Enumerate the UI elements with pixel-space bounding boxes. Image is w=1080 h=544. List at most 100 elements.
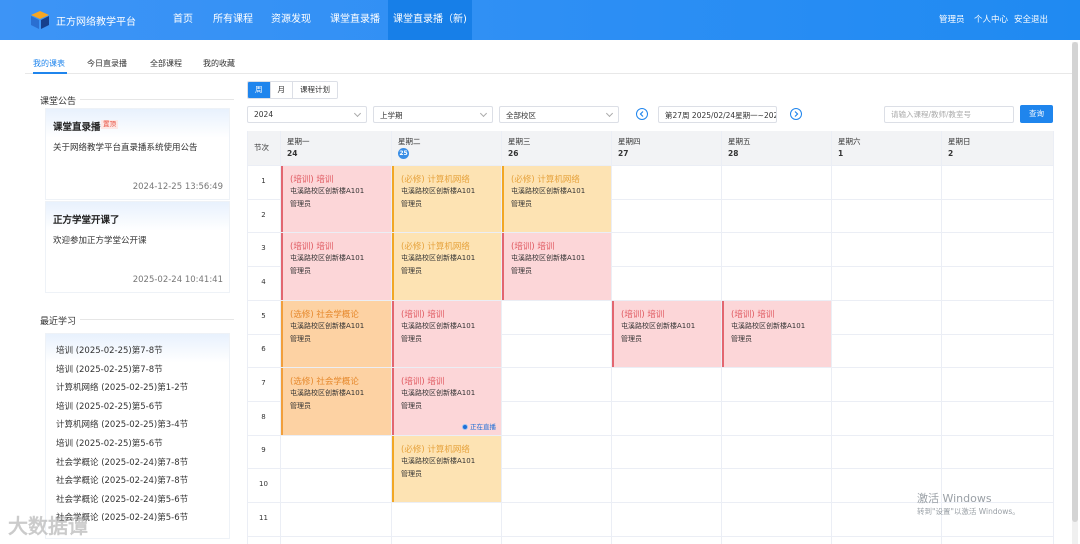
course-teacher: 管理员 bbox=[621, 334, 642, 343]
page-scrollbar[interactable] bbox=[1072, 42, 1078, 544]
chevron-right-icon bbox=[794, 111, 799, 117]
personal-center-link[interactable]: 个人中心 bbox=[974, 0, 1008, 40]
scrollbar-thumb[interactable] bbox=[1072, 42, 1078, 522]
day-header-date: 24 bbox=[287, 149, 298, 158]
notice-time: 2024-12-25 13:56:49 bbox=[132, 182, 223, 192]
watermark-logo: 大数据谭 bbox=[8, 514, 88, 538]
search-button[interactable]: 查询 bbox=[1020, 105, 1053, 123]
next-week-button[interactable] bbox=[790, 108, 802, 120]
recent-item[interactable]: 社会学概论 (2025-02-24)第7-8节 bbox=[56, 474, 188, 486]
course-block[interactable]: (选修) 社会学概论 屯溪路校区创新楼A101 管理员 bbox=[281, 300, 391, 368]
course-teacher: 管理员 bbox=[401, 402, 422, 411]
tab-my-schedule[interactable]: 我的课表 bbox=[33, 58, 65, 69]
grid-row-line bbox=[247, 434, 1053, 436]
top-nav-bar: 正方网络教学平台 首页 所有课程 资源发现 课堂直录播 课堂直录播（新) 管理员… bbox=[0, 0, 1080, 40]
year-select[interactable]: 2024 bbox=[247, 106, 367, 123]
course-title: (培训) 培训 bbox=[511, 242, 555, 253]
period-number: 3 bbox=[261, 244, 266, 253]
recent-section-rule bbox=[80, 319, 234, 320]
year-select-value: 2024 bbox=[254, 110, 274, 119]
course-block[interactable]: (培训) 培训 屯溪路校区创新楼A101 管理员 bbox=[281, 233, 391, 300]
day-header-label: 星期六 bbox=[838, 137, 861, 146]
prev-week-button[interactable] bbox=[636, 108, 648, 120]
recent-study-list: 培训 (2025-02-25)第7-8节 培训 (2025-02-25)第7-8… bbox=[45, 333, 230, 539]
term-select[interactable]: 上学期 bbox=[373, 106, 493, 123]
recent-item[interactable]: 计算机网络 (2025-02-25)第3-4节 bbox=[56, 418, 188, 430]
week-picker[interactable]: 第27周 2025/02/24星期一~2025/03/02星期日 bbox=[658, 106, 777, 123]
course-location: 屯溪路校区创新楼A101 bbox=[401, 187, 476, 195]
course-teacher: 管理员 bbox=[511, 200, 532, 208]
course-title: (必修) 计算机网络 bbox=[401, 242, 470, 253]
recent-item[interactable]: 社会学概论 (2025-02-24)第5-6节 bbox=[56, 493, 188, 505]
day-header-date: 27 bbox=[618, 149, 629, 158]
recent-item[interactable]: 培训 (2025-02-25)第7-8节 bbox=[56, 344, 163, 356]
period-number: 9 bbox=[261, 446, 266, 455]
course-title: (必修) 计算机网络 bbox=[511, 175, 580, 185]
notice-section-title: 课堂公告 bbox=[40, 97, 77, 107]
nav-resource-discovery[interactable]: 资源发现 bbox=[265, 0, 317, 40]
course-block[interactable]: (培训) 培训 屯溪路校区创新楼A101 管理员 bbox=[612, 300, 721, 368]
course-block[interactable]: (必修) 计算机网络 屯溪路校区创新楼A101 管理员 bbox=[392, 166, 501, 233]
tab-my-favorites[interactable]: 我的收藏 bbox=[203, 58, 235, 69]
view-week-button[interactable]: 周 bbox=[248, 82, 270, 98]
app-title: 正方网络教学平台 bbox=[56, 17, 136, 28]
view-month-button[interactable]: 月 bbox=[269, 82, 292, 98]
period-number: 6 bbox=[261, 345, 266, 354]
course-block[interactable]: (必修) 计算机网络 屯溪路校区创新楼A101 管理员 bbox=[502, 166, 611, 233]
grid-header-row bbox=[247, 131, 1053, 165]
campus-select[interactable]: 全部校区 bbox=[499, 106, 619, 123]
course-title: (必修) 计算机网络 bbox=[401, 444, 470, 455]
recent-item[interactable]: 培训 (2025-02-25)第5-6节 bbox=[56, 437, 163, 449]
nav-all-courses[interactable]: 所有课程 bbox=[207, 0, 259, 40]
notice-card[interactable]: 正方学堂开课了 欢迎参加正方学堂公开课 2025-02-24 10:41:41 bbox=[45, 201, 230, 293]
recent-item[interactable]: 培训 (2025-02-25)第7-8节 bbox=[56, 363, 163, 375]
tab-today-live[interactable]: 今日直录播 bbox=[87, 58, 127, 69]
tab-all-courses[interactable]: 全部课程 bbox=[150, 58, 182, 69]
course-teacher: 管理员 bbox=[401, 334, 422, 343]
course-location: 屯溪路校区创新楼A101 bbox=[401, 321, 476, 330]
grid-column-line bbox=[1053, 131, 1054, 544]
view-course-plan-button[interactable]: 课程计划 bbox=[292, 82, 337, 98]
course-teacher: 管理员 bbox=[290, 334, 311, 343]
nav-home[interactable]: 首页 bbox=[165, 0, 201, 40]
period-number: 5 bbox=[261, 311, 266, 320]
course-block[interactable]: (培训) 培训 屯溪路校区创新楼A101 管理员 bbox=[392, 300, 501, 368]
course-block[interactable]: (培训) 培训 屯溪路校区创新楼A101 管理员 bbox=[722, 300, 831, 368]
course-location: 屯溪路校区创新楼A101 bbox=[511, 187, 586, 195]
period-header: 节次 bbox=[254, 143, 269, 152]
day-header-label: 星期一 bbox=[287, 137, 310, 146]
nav-class-live-new[interactable]: 课堂直录播（新) bbox=[388, 0, 472, 40]
course-block[interactable]: (培训) 培训 屯溪路校区创新楼A101 管理员 bbox=[281, 166, 391, 233]
course-location: 屯溪路校区创新楼A101 bbox=[401, 389, 476, 398]
course-block[interactable]: (必修) 计算机网络 屯溪路校区创新楼A101 管理员 bbox=[392, 435, 501, 502]
today-date-badge: 25 bbox=[398, 148, 409, 159]
week-picker-value: 第27周 2025/02/24星期一~2025/03/02星期日 bbox=[665, 111, 776, 120]
course-block[interactable]: (培训) 培训 屯溪路校区创新楼A101 管理员 bbox=[502, 233, 611, 300]
course-location: 屯溪路校区创新楼A101 bbox=[290, 187, 365, 195]
day-header-date: 26 bbox=[508, 149, 519, 158]
live-status-tag[interactable]: 正在直播 bbox=[462, 421, 496, 431]
logout-link[interactable]: 安全退出 bbox=[1014, 0, 1048, 40]
course-block[interactable]: (选修) 社会学概论 屯溪路校区创新楼A101 管理员 bbox=[281, 368, 391, 435]
search-input[interactable] bbox=[884, 106, 1014, 123]
course-teacher: 管理员 bbox=[401, 469, 422, 478]
course-block[interactable]: (培训) 培训 屯溪路校区创新楼A101 管理员 正在直播 bbox=[392, 368, 501, 435]
recent-item[interactable]: 培训 (2025-02-25)第5-6节 bbox=[56, 400, 163, 412]
user-name[interactable]: 管理员 bbox=[939, 0, 965, 40]
notice-body: 欢迎参加正方学堂公开课 bbox=[53, 236, 147, 246]
course-location: 屯溪路校区创新楼A101 bbox=[731, 321, 806, 330]
chevron-down-icon bbox=[605, 109, 614, 118]
notice-card[interactable]: 课堂直录播 置顶 关于网络教学平台直录播系统使用公告 2024-12-25 13… bbox=[45, 108, 230, 200]
course-title: (选修) 社会学概论 bbox=[290, 377, 359, 388]
day-header-label: 星期四 bbox=[618, 137, 641, 146]
course-block[interactable]: (必修) 计算机网络 屯溪路校区创新楼A101 管理员 bbox=[392, 233, 501, 300]
term-select-value: 上学期 bbox=[380, 111, 403, 120]
day-header-date: 1 bbox=[838, 149, 844, 158]
nav-class-live[interactable]: 课堂直录播 bbox=[324, 0, 386, 40]
pinned-badge: 置顶 bbox=[101, 120, 118, 129]
live-icon bbox=[462, 423, 468, 430]
recent-item[interactable]: 计算机网络 (2025-02-25)第1-2节 bbox=[56, 381, 188, 393]
recent-item[interactable]: 社会学概论 (2025-02-24)第7-8节 bbox=[56, 456, 188, 468]
period-number: 11 bbox=[259, 513, 268, 522]
period-number: 10 bbox=[259, 480, 268, 489]
